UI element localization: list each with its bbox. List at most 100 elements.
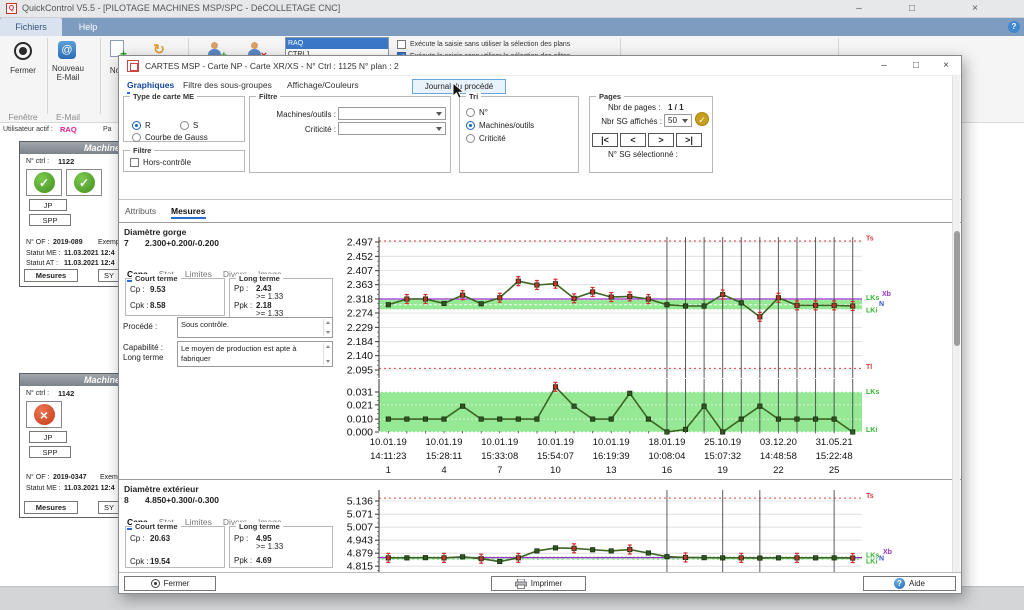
svg-text:2.452: 2.452 — [347, 251, 373, 263]
radio-r[interactable] — [132, 121, 141, 130]
svg-text:0.010: 0.010 — [347, 414, 373, 426]
spp-button[interactable]: SPP — [29, 214, 71, 226]
sy-button[interactable]: SY — [98, 269, 120, 282]
user-list-item[interactable]: RAQ — [286, 38, 388, 49]
x-label-index: 10 — [523, 465, 587, 476]
sg-selectionne-label: N° SG sélectionné : — [608, 150, 678, 160]
tri-radio[interactable] — [466, 134, 475, 143]
svg-text:0.031: 0.031 — [347, 387, 373, 399]
x-label-date: 03.12.20 — [746, 437, 810, 448]
checkbox-hors-controle[interactable] — [130, 158, 139, 167]
help-icon[interactable]: ? — [1008, 21, 1020, 33]
svg-text:5.071: 5.071 — [347, 509, 373, 521]
of-label: N° OF : — [26, 239, 49, 247]
procede-textbox[interactable]: Sous contrôle. — [177, 317, 333, 338]
x-label-index: 13 — [579, 465, 643, 476]
dialog-aide-button[interactable]: Aide — [863, 576, 956, 591]
svg-text:2.497: 2.497 — [347, 237, 373, 249]
tab-filtre-sous-groupes[interactable]: Filtre des sous-groupes — [183, 80, 272, 90]
svg-text:LKi: LKi — [866, 308, 877, 315]
svg-text:LKs: LKs — [866, 389, 879, 396]
spp-button[interactable]: SPP — [29, 446, 71, 458]
subtab-mesures[interactable]: Mesures — [171, 206, 206, 219]
pp-label: Pp : — [234, 534, 248, 544]
spinner-icon[interactable] — [323, 319, 331, 336]
x-label-index: 16 — [635, 465, 699, 476]
x-label-date: 10.01.19 — [579, 437, 643, 448]
nbr-sg-value: 50 — [668, 116, 677, 125]
page-nav-button[interactable]: |< — [592, 133, 618, 147]
dialog-maximize-button[interactable]: □ — [901, 56, 931, 76]
window-maximize-button[interactable]: □ — [894, 0, 930, 18]
window-minimize-button[interactable]: – — [841, 0, 877, 18]
status-box — [26, 169, 62, 196]
page-nav-button[interactable]: > — [648, 133, 674, 147]
radio-s[interactable] — [180, 121, 189, 130]
spinner-icon[interactable] — [323, 343, 331, 365]
new-email-icon[interactable] — [58, 41, 76, 59]
mesures-button[interactable]: Mesures — [24, 501, 78, 514]
of-value: 2019-089 — [53, 239, 83, 247]
jp-button[interactable]: JP — [29, 199, 67, 211]
svg-text:2.274: 2.274 — [347, 308, 373, 320]
menu-bar: Fichiers Help ? — [0, 18, 1024, 36]
cp-label: Cp : — [130, 534, 145, 544]
x-label-index: 22 — [746, 465, 810, 476]
criticite-combo[interactable] — [338, 122, 446, 135]
x-label-date: 10.01.19 — [468, 437, 532, 448]
ctrl-number-label: N° ctrl : — [26, 390, 49, 398]
jp-button[interactable]: JP — [29, 431, 67, 443]
radio-gauss-label: Courbe de Gauss — [145, 133, 208, 143]
nbr-sg-combo[interactable]: 50 — [664, 114, 692, 127]
x-label-index: 19 — [691, 465, 755, 476]
menu-tab-help[interactable]: Help — [62, 18, 114, 36]
of-label: N° OF : — [26, 474, 49, 482]
scrollbar-thumb[interactable] — [954, 231, 960, 346]
menu-tab-fichiers[interactable]: Fichiers — [0, 18, 62, 36]
ribbon-email-label[interactable]: Nouveau E-Mail — [47, 64, 89, 82]
page-nav-button[interactable]: < — [620, 133, 646, 147]
page-nav-button[interactable]: >| — [676, 133, 702, 147]
dialog-close-x-button[interactable]: × — [931, 56, 961, 76]
checkbox-plans[interactable] — [397, 40, 406, 49]
svg-text:4.943: 4.943 — [347, 535, 373, 547]
xbar-chart-diametre-exterieur[interactable]: 5.1365.0715.0074.9434.8794.815TsXbLKsNLK… — [343, 484, 939, 574]
ctrl-number-value: 1142 — [58, 389, 74, 398]
radio-gauss[interactable] — [132, 133, 141, 142]
x-label-time: 15:28:11 — [412, 451, 476, 462]
range-chart-diametre-gorge[interactable]: 0.0310.0210.0100.000LKsLKi — [343, 379, 939, 436]
window-close-button[interactable]: × — [957, 0, 993, 18]
x-label-date: 18.01.19 — [635, 437, 699, 448]
chevron-down-icon — [436, 112, 442, 116]
cp-value: 9.53 — [150, 285, 166, 295]
mesures-button[interactable]: Mesures — [24, 269, 78, 282]
machines-outils-combo[interactable] — [338, 107, 446, 120]
chevron-down-icon — [682, 119, 688, 123]
x-label-date: 31.05.21 — [802, 437, 866, 448]
svg-text:N: N — [879, 555, 884, 562]
xbar-chart-diametre-gorge[interactable]: 2.4972.4522.4072.3632.3182.2742.2292.184… — [343, 234, 939, 379]
sy-button[interactable]: SY — [98, 501, 120, 514]
ribbon-fermer-label[interactable]: Fermer — [0, 66, 46, 75]
dialog-imprimer-button[interactable]: Imprimer — [491, 576, 586, 591]
dialog-minimize-button[interactable]: – — [869, 56, 899, 76]
tri-radio[interactable] — [466, 108, 475, 117]
tri-radio-label: N° — [479, 108, 488, 118]
svg-text:2.363: 2.363 — [347, 279, 373, 291]
dialog-fermer-button[interactable]: Fermer — [124, 576, 216, 591]
dialog-scrollbar[interactable] — [952, 76, 960, 574]
status-box — [26, 401, 62, 428]
capabilite-textbox[interactable]: Le moyen de production est apte à fabriq… — [177, 341, 333, 367]
svg-text:2.095: 2.095 — [347, 365, 373, 377]
svg-text:N: N — [879, 301, 884, 308]
tri-radio[interactable] — [466, 121, 475, 130]
ppk-value: 4.69 — [256, 556, 272, 566]
subtab-attributs[interactable]: Attributs — [125, 206, 156, 216]
groupbox-legend: Tri — [466, 92, 481, 101]
close-app-icon[interactable] — [14, 42, 32, 60]
groupbox-legend: Type de carte ME — [130, 92, 197, 101]
app-titlebar: Q QuickControl V5.5 - [PILOTAGE MACHINES… — [0, 0, 1024, 18]
tab-affichage-couleurs[interactable]: Affichage/Couleurs — [287, 80, 359, 90]
svg-text:LKi: LKi — [866, 558, 877, 565]
apply-check-button[interactable] — [695, 112, 709, 126]
